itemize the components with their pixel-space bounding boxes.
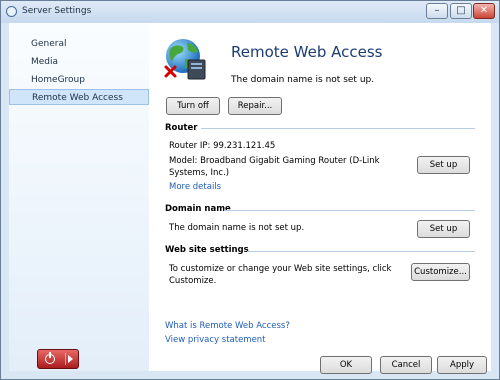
header-status: The domain name is not set up.	[231, 75, 375, 85]
router-divider	[201, 128, 475, 129]
sidebar-item-media[interactable]: Media	[9, 54, 149, 70]
privacy-statement-link[interactable]: View privacy statement	[165, 335, 266, 345]
title-bar: Server Settings – □ ✕	[1, 1, 499, 23]
power-icon	[45, 352, 55, 364]
website-description: To customize or change your Web site set…	[169, 264, 392, 286]
router-ip: Router IP: 99.231.121.45	[169, 141, 276, 151]
turn-off-button[interactable]: Turn off	[166, 97, 220, 115]
router-set-up-button[interactable]: Set up	[417, 156, 470, 174]
minimize-button[interactable]: –	[426, 3, 448, 19]
domain-status: The domain name is not set up.	[169, 223, 305, 233]
shutdown-divider	[65, 353, 66, 365]
arrow-right-icon[interactable]	[68, 355, 73, 363]
globe-server-icon	[164, 39, 206, 80]
web-site-settings-heading: Web site settings	[165, 245, 249, 255]
window-title: Server Settings	[22, 6, 92, 16]
domain-divider	[224, 210, 475, 211]
website-divider	[247, 251, 475, 252]
page-title: Remote Web Access	[231, 43, 383, 61]
what-is-rwa-link[interactable]: What is Remote Web Access?	[165, 321, 290, 331]
main-panel: Remote Web Access The domain name is not…	[149, 23, 491, 374]
router-model: Model: Broadband Gigabit Gaming Router (…	[169, 156, 380, 178]
domain-name-heading: Domain name	[165, 204, 231, 214]
ok-button[interactable]: OK	[320, 356, 372, 374]
router-heading: Router	[165, 123, 198, 133]
sidebar-item-remote-web-access[interactable]: Remote Web Access	[9, 89, 149, 105]
repair-button[interactable]: Repair...	[228, 97, 282, 115]
sidebar-item-general[interactable]: General	[9, 36, 149, 52]
shutdown-button[interactable]	[37, 349, 79, 369]
server-settings-window: Server Settings – □ ✕ General Media Home…	[0, 0, 500, 380]
close-button[interactable]: ✕	[473, 3, 495, 19]
domain-set-up-button[interactable]: Set up	[417, 220, 470, 238]
customize-button[interactable]: Customize...	[411, 263, 470, 281]
window-icon	[6, 6, 17, 17]
more-details-link[interactable]: More details	[169, 182, 221, 192]
maximize-button[interactable]: □	[450, 3, 472, 19]
sidebar-item-homegroup[interactable]: HomeGroup	[9, 72, 149, 88]
apply-button[interactable]: Apply	[437, 356, 487, 374]
cancel-button[interactable]: Cancel	[380, 356, 432, 374]
sidebar: General Media HomeGroup Remote Web Acces…	[9, 23, 149, 371]
